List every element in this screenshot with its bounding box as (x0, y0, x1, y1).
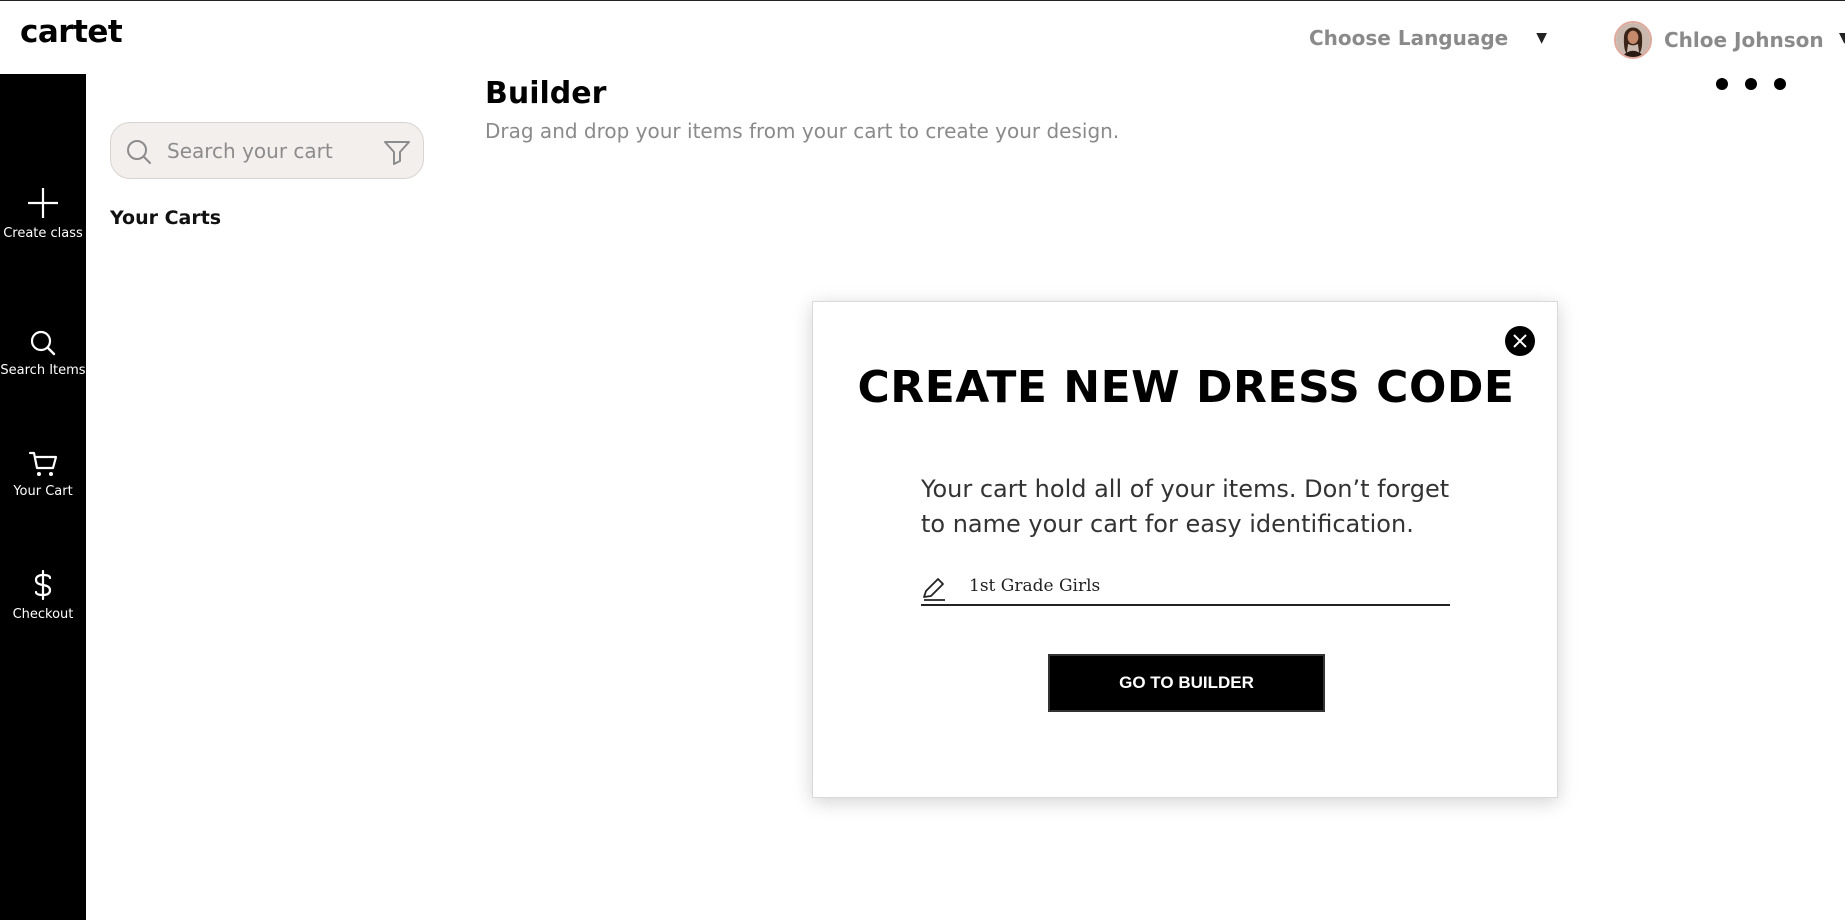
sidebar-item-your-cart[interactable]: Your Cart (0, 450, 86, 499)
sidebar-item-checkout[interactable]: Checkout (0, 569, 86, 622)
cart-search-box (110, 122, 424, 179)
page-title: Builder (485, 76, 607, 111)
page-subtitle: Drag and drop your items from your cart … (485, 119, 1120, 143)
plus-icon (28, 188, 58, 218)
go-to-builder-button[interactable]: GO TO BUILDER (1048, 654, 1325, 712)
top-border (0, 0, 1845, 1)
sidebar-item-label: Search Items (0, 363, 86, 378)
create-dress-code-modal: CREATE NEW DRESS CODE Your cart hold all… (812, 301, 1558, 798)
dot (1716, 78, 1728, 90)
filter-icon[interactable] (383, 139, 411, 165)
cart-name-field (921, 568, 1450, 606)
search-icon (30, 330, 56, 356)
sidebar-item-label: Your Cart (13, 484, 73, 499)
user-menu-caret-icon[interactable]: ▼ (1839, 30, 1845, 46)
user-name: Chloe Johnson (1664, 28, 1824, 52)
app-logo[interactable]: cartet (20, 14, 123, 50)
chevron-down-icon: ▼ (1536, 30, 1548, 46)
dot (1774, 78, 1786, 90)
cart-name-input[interactable] (969, 574, 1439, 598)
sidebar-item-create-class[interactable]: Create class (0, 186, 86, 241)
dot (1745, 78, 1757, 90)
close-button[interactable] (1505, 326, 1535, 356)
close-icon (1513, 334, 1527, 348)
search-icon (127, 140, 151, 164)
modal-description: Your cart hold all of your items. Don’t … (921, 475, 1450, 538)
language-label: Choose Language (1309, 26, 1509, 50)
search-input[interactable] (167, 137, 367, 165)
dollar-icon (34, 569, 52, 601)
sidebar: Create class Search Items Your Cart Chec… (0, 74, 86, 920)
modal-title: CREATE NEW DRESS CODE (857, 362, 1515, 413)
sidebar-item-label: Checkout (12, 607, 74, 622)
your-carts-heading: Your Carts (110, 207, 222, 229)
sidebar-item-search-items[interactable]: Search Items (0, 329, 86, 378)
avatar (1614, 21, 1652, 59)
language-select[interactable]: Choose Language ▼ (1309, 26, 1547, 50)
sidebar-item-label: Create class (3, 226, 83, 241)
more-options-button[interactable] (1716, 78, 1786, 90)
cart-icon (28, 451, 58, 476)
user-menu[interactable]: Chloe Johnson (1614, 20, 1824, 60)
pencil-icon (923, 578, 945, 601)
